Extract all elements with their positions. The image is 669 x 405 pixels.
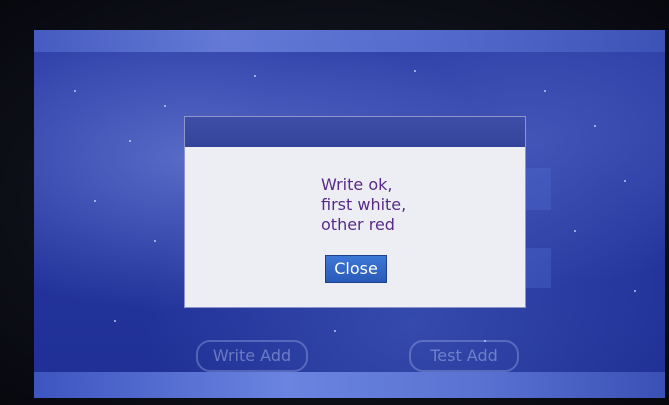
star-decoration [254, 75, 256, 77]
star-decoration [334, 330, 336, 332]
star-decoration [114, 320, 116, 322]
star-decoration [574, 230, 576, 232]
star-decoration [164, 105, 166, 107]
message-dialog: Write ok, first white, other red Close [185, 117, 525, 307]
star-decoration [624, 180, 626, 182]
title-bar [34, 30, 665, 52]
dialog-message: Write ok, first white, other red [321, 175, 406, 235]
close-button[interactable]: Close [325, 255, 387, 283]
status-bar [34, 372, 665, 398]
star-decoration [634, 290, 636, 292]
test-add-button[interactable]: Test Add [409, 340, 519, 372]
dialog-header [185, 117, 525, 147]
message-line: other red [321, 215, 395, 234]
star-decoration [544, 90, 546, 92]
star-decoration [74, 90, 76, 92]
message-line: first white, [321, 195, 407, 214]
star-decoration [594, 125, 596, 127]
star-decoration [129, 140, 131, 142]
star-decoration [94, 200, 96, 202]
star-decoration [154, 240, 156, 242]
star-decoration [414, 70, 416, 72]
write-add-button[interactable]: Write Add [196, 340, 308, 372]
message-line: Write ok, [321, 175, 393, 194]
